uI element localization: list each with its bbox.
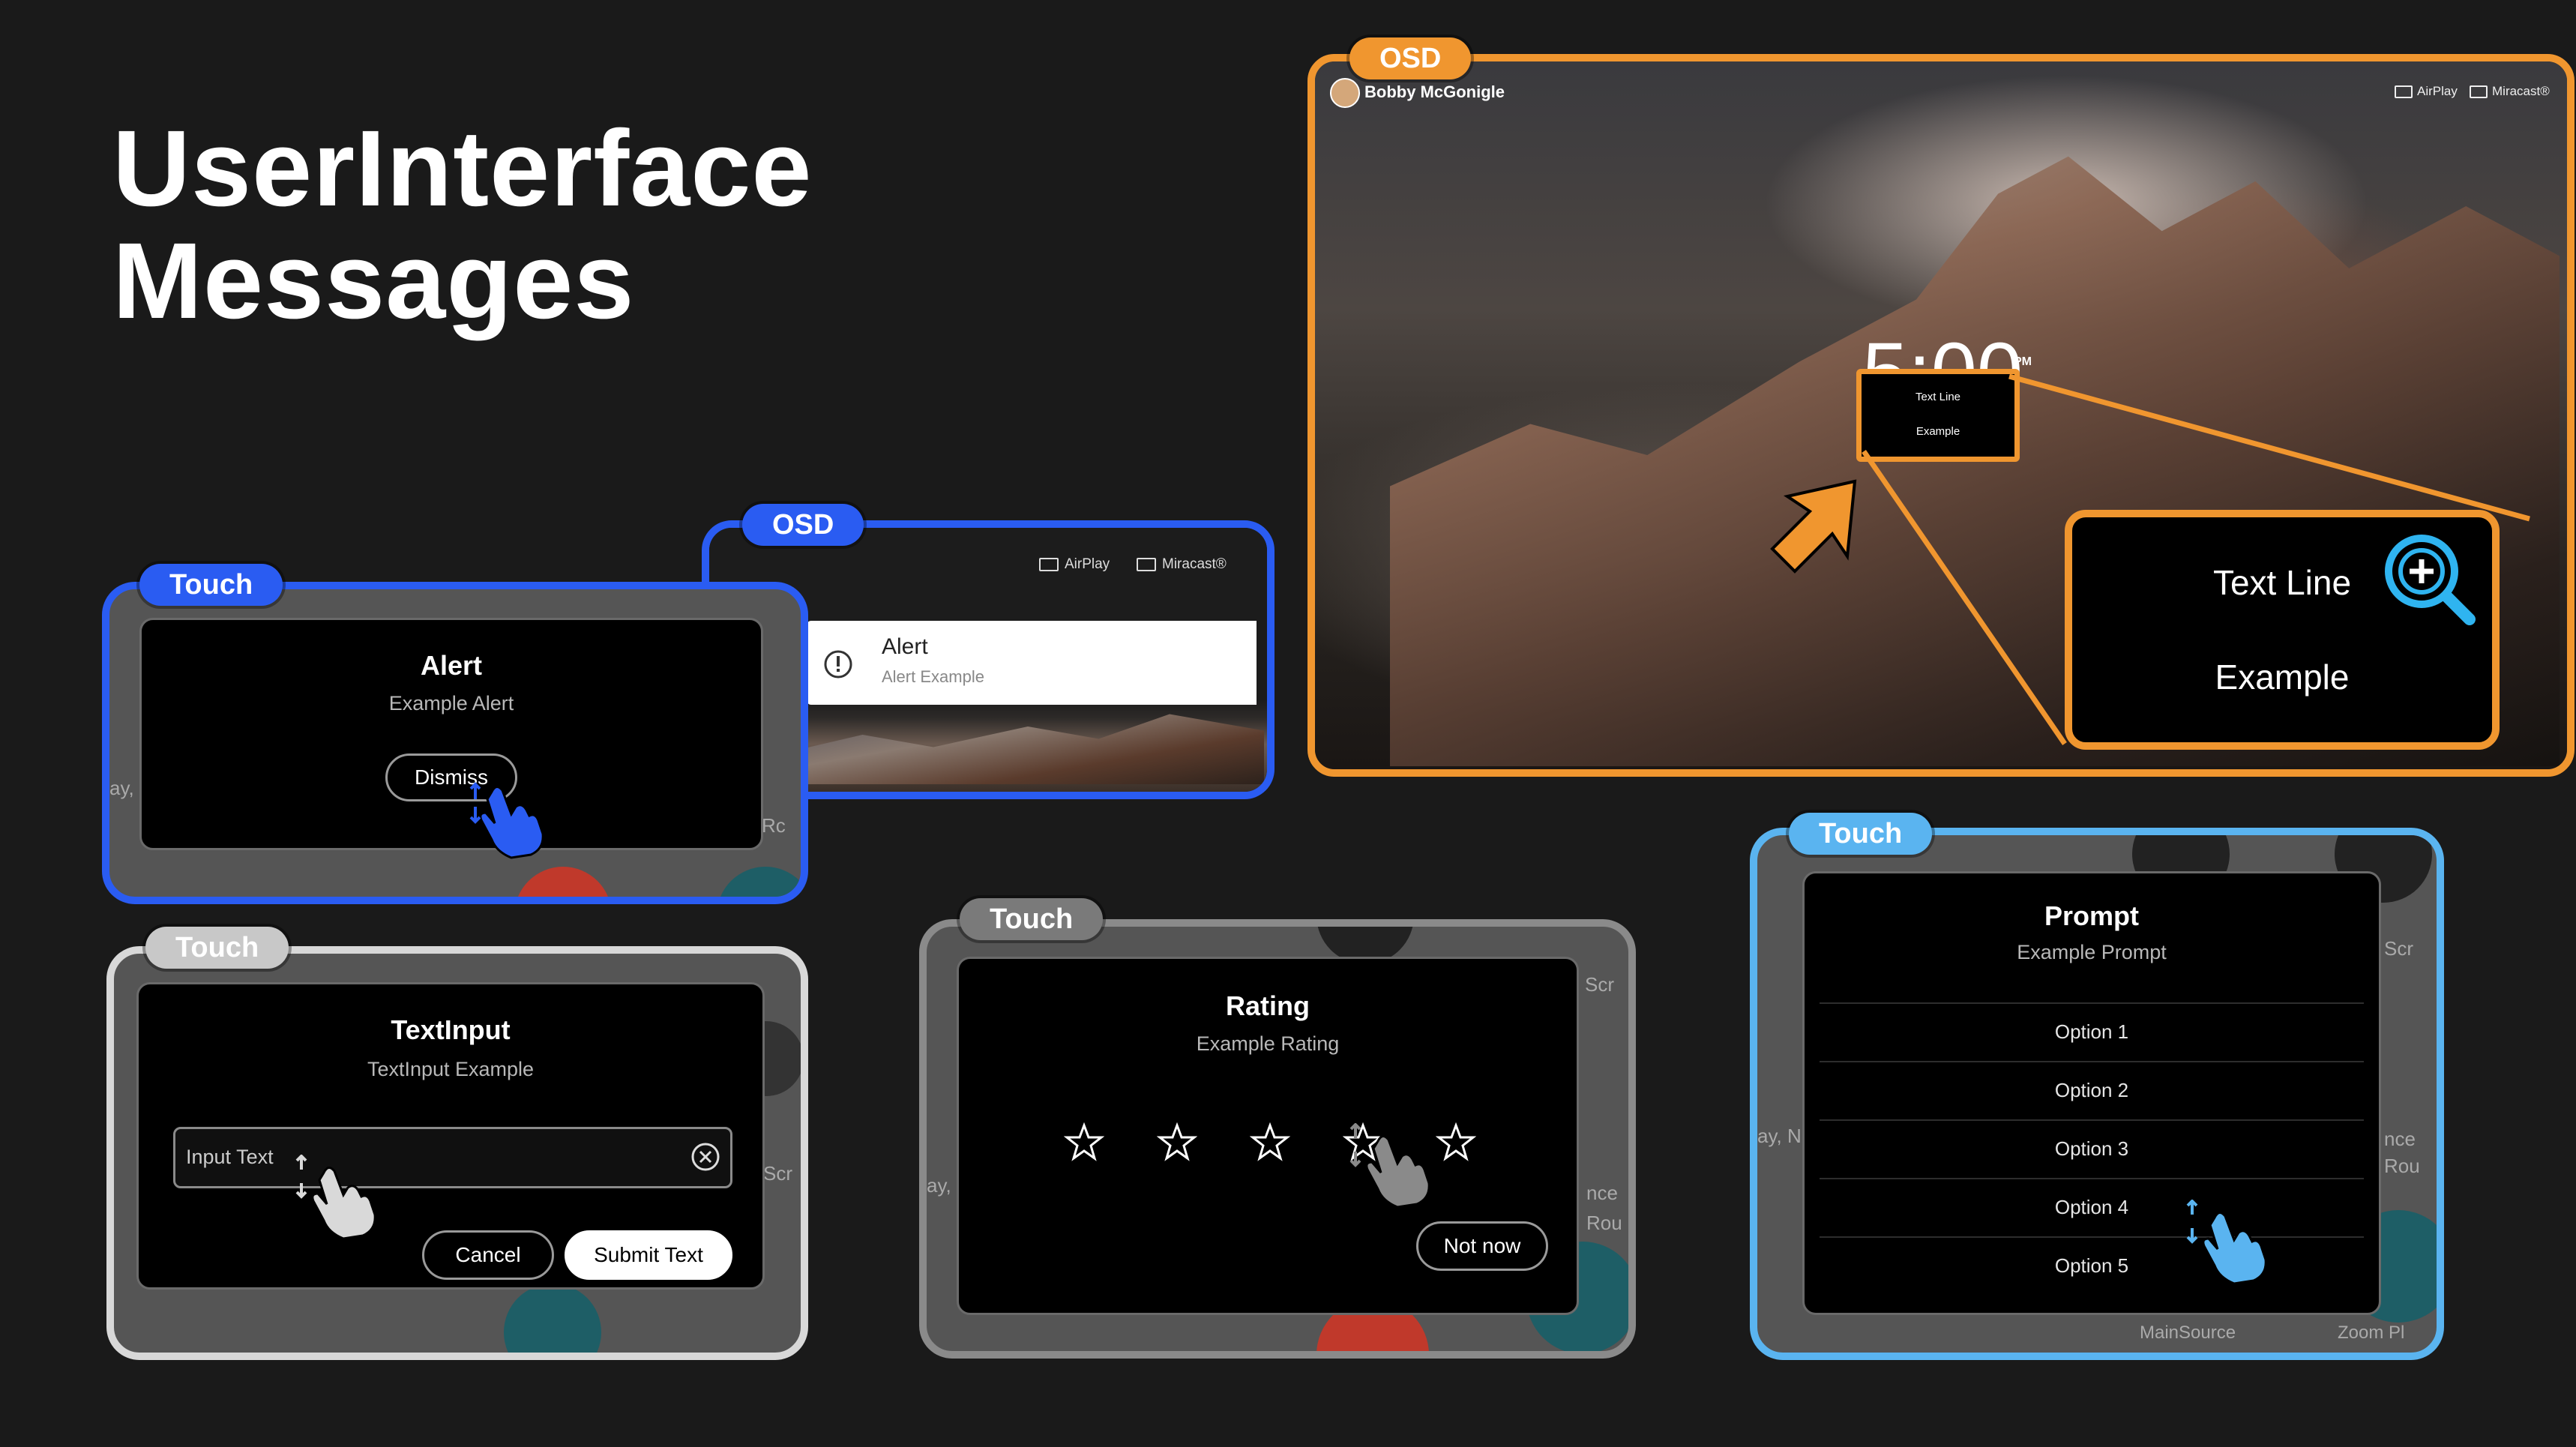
airplay-label: AirPlay [1065, 556, 1110, 572]
zoom-in-icon [2385, 535, 2476, 625]
exclamation-circle-icon [824, 650, 852, 679]
clear-x-icon[interactable] [690, 1141, 721, 1173]
alert-dialog: Alert Example Alert Dismiss [139, 618, 763, 850]
text-line-zoom-line2: Example [2215, 658, 2350, 697]
bg-label-zoom: Zoom Pl [2338, 1323, 2405, 1343]
prompt-subtitle: Example Prompt [2017, 941, 2167, 963]
bg-fragment-scre: Scr [2384, 937, 2413, 960]
tag-osd-alert: OSD [742, 504, 864, 546]
rating-subtitle: Example Rating [1196, 1032, 1340, 1055]
bg-fragment-ay3: ay, N [1757, 1125, 1802, 1147]
text-input-value: Input Text [186, 1146, 274, 1168]
tag-touch-prompt: Touch [1789, 813, 1933, 855]
cancel-button[interactable]: Cancel [422, 1230, 554, 1280]
bg-fragment-nce: nce [1586, 1182, 1618, 1204]
rating-dialog: Rating Example Rating Not now [957, 957, 1579, 1315]
rating-star-5[interactable] [1436, 1122, 1476, 1163]
airplay-icon [1039, 557, 1059, 571]
page-title: UserInterface Messages [112, 112, 812, 337]
osd-alert-subtitle: Alert Example [882, 667, 984, 686]
bg-red-button [514, 867, 612, 897]
rating-star-1[interactable] [1064, 1122, 1104, 1163]
bg-fragment-rou: Rou [2384, 1155, 2420, 1177]
orange-arrow-icon [1770, 479, 1857, 574]
rating-star-3[interactable] [1250, 1122, 1290, 1163]
text-input-title: TextInput [391, 1014, 511, 1045]
bg-fragment-sc: Scr [763, 1162, 792, 1185]
rating-touch-card: Scr nce Rou ay, N Rating Example Rating … [919, 919, 1636, 1359]
bg-teal-button [717, 867, 801, 897]
text-input-subtitle: TextInput Example [367, 1058, 535, 1080]
submit-text-button[interactable]: Submit Text [565, 1230, 732, 1280]
prompt-option-3[interactable]: Option 3 [1805, 1137, 2379, 1161]
osd-alert-title: Alert [882, 634, 928, 659]
prompt-option-separator [1820, 1236, 2364, 1238]
tag-touch-text-input: Touch [145, 927, 289, 969]
miracast-indicator: Miracast® [1137, 556, 1227, 573]
alert-subtitle: Example Alert [388, 692, 514, 715]
prompt-option-5[interactable]: Option 5 [1805, 1254, 2379, 1278]
alert-touch-card: ay, N Rc Alert Example Alert Dismiss [102, 582, 808, 904]
prompt-option-4[interactable]: Option 4 [1805, 1196, 2379, 1219]
prompt-option-2[interactable]: Option 2 [1805, 1079, 2379, 1102]
prompt-touch-card: Scr nce Rou ay, N MainSource Zoom Pl Pro… [1750, 828, 2444, 1360]
page-title-line2: Messages [112, 220, 635, 341]
bg-fragment-scr: Scr [1585, 973, 1614, 996]
rating-star-2[interactable] [1157, 1122, 1197, 1163]
pointer-hand-icon [2186, 1200, 2267, 1285]
alert-title: Alert [420, 650, 483, 681]
rating-title: Rating [1226, 990, 1310, 1021]
miracast-icon [1137, 557, 1156, 571]
page-title-line1: UserInterface [112, 108, 813, 229]
pointer-hand-icon [1349, 1123, 1430, 1209]
prompt-dialog: Prompt Example Prompt Option 1 Option 2 Op… [1802, 871, 2381, 1315]
text-input-field[interactable]: Input Text [173, 1127, 732, 1188]
bg-fragment-rou: Rou [1586, 1212, 1622, 1234]
tag-touch-rating: Touch [960, 898, 1104, 940]
prompt-option-separator [1820, 1178, 2364, 1179]
bg-teal-button [504, 1284, 601, 1353]
miracast-label: Miracast® [1162, 556, 1227, 572]
bg-fragment-nce: nce [2384, 1128, 2416, 1150]
prompt-option-separator [1820, 1119, 2364, 1121]
osd-alert-banner: Alert Alert Example [807, 621, 1257, 705]
tag-osd-text-line: OSD [1349, 37, 1472, 79]
prompt-option-separator [1820, 1002, 2364, 1004]
prompt-title: Prompt [2044, 900, 2139, 931]
text-line-osd-card: Bobby McGonigle AirPlay Miracast® 5:00 P… [1307, 54, 2575, 777]
text-input-dialog: TextInput TextInput Example Input Text C… [136, 982, 765, 1290]
pointer-hand-icon [469, 782, 544, 859]
bg-fragment-rc: Rc [762, 814, 786, 837]
text-input-touch-card: Scr TextInput TextInput Example Input Te… [106, 946, 808, 1360]
tag-touch-alert: Touch [139, 564, 283, 606]
airplay-indicator: AirPlay [1039, 556, 1110, 573]
not-now-button[interactable]: Not now [1416, 1221, 1548, 1271]
pointer-hand-icon [295, 1155, 376, 1240]
prompt-option-separator [1820, 1061, 2364, 1062]
bg-label-main-source: MainSource [2140, 1323, 2236, 1343]
prompt-option-1[interactable]: Option 1 [1805, 1020, 2379, 1044]
